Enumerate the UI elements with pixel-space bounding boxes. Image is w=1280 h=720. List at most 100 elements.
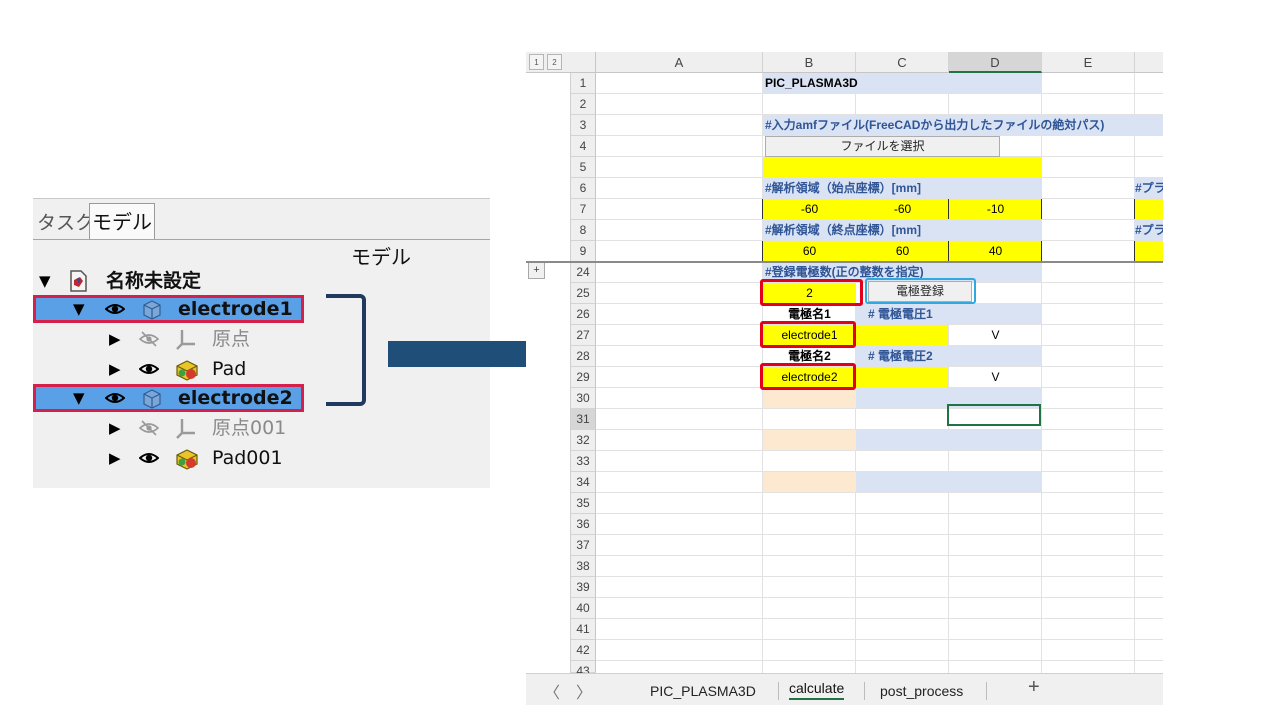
expand-arrow-icon[interactable]: ▶: [109, 448, 121, 468]
row-header[interactable]: 37: [571, 535, 596, 556]
tab-task[interactable]: タスク: [35, 207, 97, 240]
column-header-d[interactable]: D: [949, 52, 1042, 73]
row-header[interactable]: 39: [571, 577, 596, 598]
outline-level-2-button[interactable]: 2: [547, 54, 562, 70]
expand-arrow-icon[interactable]: ▶: [109, 359, 121, 379]
outline-level-1-button[interactable]: 1: [529, 54, 544, 70]
tree-item-label: electrode2: [178, 387, 293, 409]
row-header[interactable]: 42: [571, 640, 596, 661]
row-header[interactable]: 2: [571, 94, 596, 115]
outline-gutter: [526, 73, 571, 673]
hidden-eye-icon[interactable]: [138, 329, 160, 354]
tree-item-origin001[interactable]: ▶ 原点001: [33, 414, 490, 442]
hidden-eye-icon[interactable]: [138, 418, 160, 443]
cell-d27-unit[interactable]: V: [949, 325, 1042, 345]
cell-f8-label[interactable]: #プラ: [1135, 220, 1163, 240]
row-header[interactable]: 30: [571, 388, 596, 409]
row-header[interactable]: 34: [571, 472, 596, 493]
prev-sheet-icon[interactable]: 〈: [544, 679, 560, 703]
cell-fill: [1134, 241, 1163, 261]
cell-b1-title[interactable]: PIC_PLASMA3D: [765, 73, 858, 93]
row-header[interactable]: 3: [571, 115, 596, 136]
tree-item-electrode2[interactable]: ▼ electrode2: [33, 384, 490, 412]
tree-item-label: electrode1: [178, 298, 293, 320]
add-sheet-button[interactable]: +: [1028, 676, 1040, 699]
row-header[interactable]: 38: [571, 556, 596, 577]
row-header[interactable]: 27: [571, 325, 596, 346]
column-header-f[interactable]: [1135, 52, 1163, 73]
tree-item-pad001[interactable]: ▶ Pad001: [33, 444, 490, 472]
collapse-arrow-icon[interactable]: ▼: [73, 299, 85, 319]
row-header[interactable]: 7: [571, 199, 596, 220]
collapse-arrow-icon[interactable]: ▼: [39, 271, 51, 291]
cell-b9-end-x[interactable]: 60: [763, 241, 856, 261]
highlight-box-name2: [760, 363, 856, 390]
select-file-button[interactable]: ファイルを選択: [765, 136, 1000, 157]
row-header[interactable]: 35: [571, 493, 596, 514]
pad-icon: [174, 357, 200, 381]
cell-b3-input-label[interactable]: #入力amfファイル(FreeCADから出力したファイルの絶対パス): [765, 115, 1104, 135]
row-header[interactable]: 33: [571, 451, 596, 472]
row-header[interactable]: 28: [571, 346, 596, 367]
tab-model[interactable]: モデル: [89, 203, 155, 240]
tab-separator: [986, 682, 987, 700]
row-header[interactable]: 24: [571, 262, 596, 283]
cell-b7-start-x[interactable]: -60: [763, 199, 856, 219]
row-header[interactable]: 4: [571, 136, 596, 157]
cell-d7-start-z[interactable]: -10: [949, 199, 1042, 219]
visibility-eye-icon[interactable]: [104, 388, 126, 413]
row-header[interactable]: 6: [571, 178, 596, 199]
column-header-c[interactable]: C: [856, 52, 949, 73]
grid-row: [596, 535, 1163, 556]
row-header[interactable]: 41: [571, 619, 596, 640]
row-header[interactable]: 8: [571, 220, 596, 241]
column-header-e[interactable]: E: [1042, 52, 1135, 73]
next-sheet-icon[interactable]: 〉: [576, 679, 592, 703]
sheet-tab-pic-plasma3d[interactable]: PIC_PLASMA3D: [650, 683, 756, 699]
visibility-eye-icon[interactable]: [138, 448, 160, 473]
cell-border: [1134, 241, 1135, 261]
cell-d9-end-z[interactable]: 40: [949, 241, 1042, 261]
column-header-b[interactable]: B: [763, 52, 856, 73]
tree-item-document[interactable]: ▼ 名称未設定: [33, 267, 490, 295]
cell-c9-end-y[interactable]: 60: [856, 241, 949, 261]
sheet-tab-post-process[interactable]: post_process: [880, 683, 963, 699]
row-header[interactable]: 31: [571, 409, 596, 430]
row-header[interactable]: 25: [571, 283, 596, 304]
cell-border: [1134, 199, 1135, 219]
row-header[interactable]: 29: [571, 367, 596, 388]
expand-group-button[interactable]: +: [528, 262, 545, 279]
cell-c26-voltage1-label[interactable]: # 電極電圧1: [868, 304, 933, 324]
active-cell-d31[interactable]: [947, 404, 1041, 426]
row-header[interactable]: 40: [571, 598, 596, 619]
grid-row: [596, 619, 1163, 640]
cell-d29-unit[interactable]: V: [949, 367, 1042, 387]
visibility-eye-icon[interactable]: [138, 359, 160, 384]
grid-row: [596, 451, 1163, 472]
document-icon: [67, 269, 93, 293]
expand-arrow-icon[interactable]: ▶: [109, 418, 121, 438]
cell-b6-start-label[interactable]: #解析領域（始点座標）[mm]: [765, 178, 921, 198]
grid-row: [596, 577, 1163, 598]
visibility-eye-icon[interactable]: [104, 299, 126, 324]
cell-fill: [1134, 199, 1163, 219]
cell-c28-voltage2-label[interactable]: # 電極電圧2: [868, 346, 933, 366]
row-header[interactable]: 5: [571, 157, 596, 178]
column-header-a[interactable]: A: [596, 52, 763, 73]
cell-c7-start-y[interactable]: -60: [856, 199, 949, 219]
row-header[interactable]: 43: [571, 661, 596, 678]
row-header[interactable]: 36: [571, 514, 596, 535]
expand-arrow-icon[interactable]: ▶: [109, 329, 121, 349]
row-header[interactable]: 9: [571, 241, 596, 262]
row-header[interactable]: 26: [571, 304, 596, 325]
collapse-arrow-icon[interactable]: ▼: [73, 388, 85, 408]
row-header[interactable]: 32: [571, 430, 596, 451]
cell-b8-end-label[interactable]: #解析領域（終点座標）[mm]: [765, 220, 921, 240]
sheet-tab-calculate[interactable]: calculate: [789, 680, 845, 700]
tree-item-electrode1[interactable]: ▼ electrode1: [33, 295, 490, 323]
grid-row: [596, 598, 1163, 619]
row-header[interactable]: 1: [571, 73, 596, 94]
select-all-corner[interactable]: [571, 52, 596, 73]
sheet-tab-bar: 〈 〉 PIC_PLASMA3D calculate post_process …: [526, 673, 1163, 705]
cell-f6-label[interactable]: #プラ: [1135, 178, 1163, 198]
